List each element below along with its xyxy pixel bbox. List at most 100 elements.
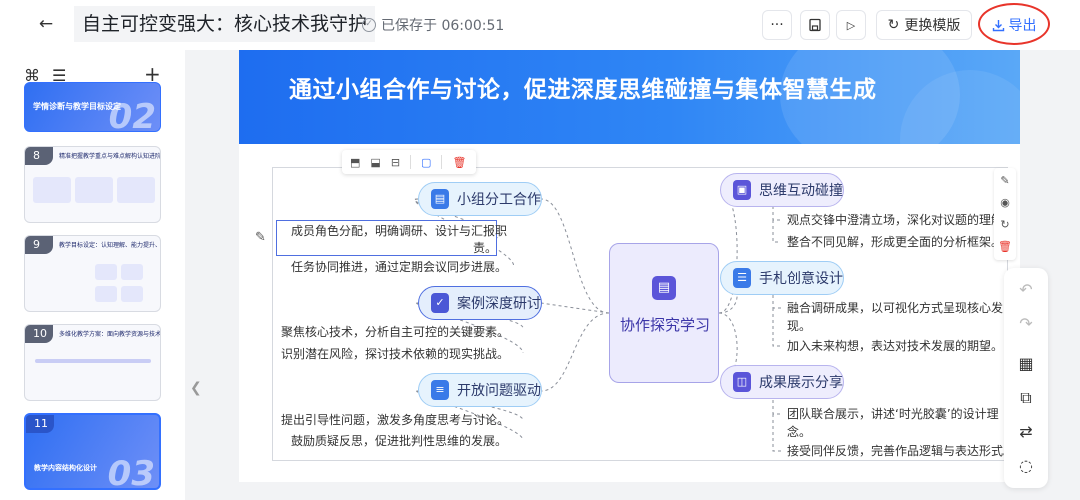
more-icon: ··· xyxy=(770,17,784,33)
branch-node[interactable]: ▣ 思维互动碰撞 xyxy=(720,173,844,207)
thumbnail-section-number: 02 xyxy=(108,97,156,132)
thumbnail-card xyxy=(117,177,155,203)
element-side-toolbar: ✎ ◉ ↻ 🗑 xyxy=(994,168,1016,260)
center-node-label: 协作探究学习 xyxy=(619,316,710,334)
leaf-text[interactable]: 加入未来构想，表达对技术发展的期望。 xyxy=(787,337,1003,355)
play-button[interactable]: ▷ xyxy=(836,10,866,40)
switch-icon[interactable]: ⇄ xyxy=(1004,422,1048,441)
leaf-text[interactable]: 融合调研成果，以可视化方式呈现核心发 xyxy=(787,299,1003,317)
save-button[interactable] xyxy=(800,10,830,40)
insert-above-icon[interactable]: ⬒ xyxy=(350,156,360,169)
thumbnail-card xyxy=(121,286,143,302)
insert-child-icon[interactable]: ⊟ xyxy=(391,156,400,169)
branch-node[interactable]: ≡ 开放问题驱动 xyxy=(418,373,542,407)
leaf-text[interactable]: 任务协同推进，通过定期会议同步进展。 xyxy=(291,258,507,276)
palette-icon[interactable]: ◉ xyxy=(994,196,1016,209)
leaf-text[interactable]: 聚焦核心技术，分析自主可控的关键要素。 xyxy=(281,323,509,341)
panel-collapse-handle[interactable]: ❮ xyxy=(190,380,202,406)
change-template-button[interactable]: ↻ 更换模版 xyxy=(876,10,972,40)
branch-label: 开放问题驱动 xyxy=(457,383,541,399)
save-status-text: 已保存于 06:00:51 xyxy=(381,18,505,34)
layout-grid-icon[interactable]: ▦ xyxy=(1004,354,1048,373)
edit-pen-icon[interactable]: ✎ xyxy=(255,230,266,245)
refresh-icon: ↻ xyxy=(887,17,900,33)
mindmap-icon[interactable]: ⧉ xyxy=(1004,388,1048,408)
mindmap-center-node[interactable]: ▤ 协作探究学习 xyxy=(609,243,719,383)
thumbnail-section-number: 03 xyxy=(107,454,155,490)
slide-thumbnail-10[interactable]: 10 多维化教学方案：面向教学资源与技术应用 xyxy=(24,324,161,401)
leaf-text[interactable]: 鼓励质疑反思，促进批判性思维的发展。 xyxy=(291,432,507,450)
leaf-text[interactable]: 成员角色分配，明确调研、设计与汇报职 xyxy=(291,222,507,240)
style-box-icon[interactable]: ▢ xyxy=(421,156,431,169)
document-title[interactable]: 自主可控变强大：核心技术我守护 xyxy=(74,6,376,42)
insert-below-icon[interactable]: ⬓ xyxy=(370,156,380,169)
more-button[interactable]: ··· xyxy=(762,10,792,40)
node-format-toolbar: ⬒ ⬓ ⊟ ▢ 🗑 xyxy=(342,150,476,174)
document-icon: ▤ xyxy=(652,276,676,300)
leaf-text[interactable]: 提出引导性问题，激发多角度思考与讨论。 xyxy=(281,411,509,429)
leaf-text[interactable]: 现。 xyxy=(787,317,811,335)
slide-thumbnail-panel: ⌘ ☰ + 学情诊断与教学目标设定 02 8 精准把握教学重点与难点解构认知进阶… xyxy=(0,50,185,500)
delete-icon[interactable]: 🗑 xyxy=(452,156,466,169)
branch-node[interactable]: ☰ 手札创意设计 xyxy=(720,261,844,295)
thumbnail-text: 精准把握教学重点与难点解构认知进阶 xyxy=(59,153,161,160)
slide-title[interactable]: 通过小组合作与讨论，促进深度思维碰撞与集体智慧生成 xyxy=(289,70,877,104)
branch-label: 小组分工合作 xyxy=(457,192,541,208)
thumbnail-card xyxy=(75,177,113,203)
slide-header-banner: 通过小组合作与讨论，促进深度思维碰撞与集体智慧生成 xyxy=(239,50,1020,144)
list-icon: ☰ xyxy=(733,268,751,288)
slide-canvas: 通过小组合作与讨论，促进深度思维碰撞与集体智慧生成 ▤ 协作探究学习 ▤ 小组分… xyxy=(239,50,1020,482)
id-card-icon: ▣ xyxy=(733,180,751,200)
database-icon: ≡ xyxy=(431,380,449,400)
thumbnail-card xyxy=(121,264,143,280)
thumbnail-number: 10 xyxy=(25,325,53,343)
branch-node[interactable]: ◫ 成果展示分享 xyxy=(720,365,844,399)
save-status: ✓ 已保存于 06:00:51 xyxy=(362,15,504,35)
document-icon: ▤ xyxy=(431,189,449,209)
top-bar: ← 自主可控变强大：核心技术我守护 ✓ 已保存于 06:00:51 ··· ▷ … xyxy=(0,0,1080,50)
slide-thumbnail-9[interactable]: 9 教学目标设定：认知理解、能力提升、情感态度与价值观 xyxy=(24,235,161,312)
checkbox-icon: ✓ xyxy=(431,293,449,313)
branch-label: 成果展示分享 xyxy=(759,375,843,391)
delete-icon[interactable]: 🗑 xyxy=(994,240,1016,253)
thumbnail-card xyxy=(95,286,117,302)
arrow-left-icon: ← xyxy=(38,14,54,34)
thumbnail-timeline xyxy=(35,359,151,363)
leaf-text[interactable]: 观点交锋中澄清立场，深化对议题的理解。 xyxy=(787,211,1015,229)
ai-icon[interactable]: ◌ xyxy=(1004,456,1048,475)
branch-label: 案例深度研讨 xyxy=(457,296,541,312)
branch-node[interactable]: ▤ 小组分工合作 xyxy=(418,182,542,216)
thumbnail-text: 多维化教学方案：面向教学资源与技术应用 xyxy=(59,331,161,338)
thumbnail-number: 11 xyxy=(26,415,54,433)
undo-icon[interactable]: ↶ xyxy=(1004,280,1048,299)
thumbnail-number: 8 xyxy=(25,147,53,165)
thumbnail-card xyxy=(33,177,71,203)
slide-thumbnail-7[interactable]: 学情诊断与教学目标设定 02 xyxy=(24,82,161,132)
refresh-icon[interactable]: ↻ xyxy=(994,218,1016,231)
play-icon: ▷ xyxy=(846,18,856,32)
leaf-text[interactable]: 识别潜在风险，探讨技术依赖的现实挑战。 xyxy=(281,345,509,363)
editor-tools-panel: ↶ ↷ ▦ ⧉ ⇄ ◌ xyxy=(1004,268,1048,488)
redo-icon[interactable]: ↷ xyxy=(1004,314,1048,333)
thumbnail-number: 9 xyxy=(25,236,53,254)
check-circle-icon: ✓ xyxy=(362,18,376,32)
mindmap[interactable]: ▤ 协作探究学习 ▤ 小组分工合作 成员角色分配，明确调研、设计与汇报职 责。 … xyxy=(272,167,1015,461)
leaf-text[interactable]: 责。 xyxy=(473,239,497,257)
change-template-label: 更换模版 xyxy=(904,18,961,34)
branch-node[interactable]: ✓ 案例深度研讨 xyxy=(418,286,542,320)
leaf-text[interactable]: 团队联合展示，讲述‘时光胶囊’的设计理 xyxy=(787,405,999,423)
branch-label: 手札创意设计 xyxy=(759,271,843,287)
slide-thumbnail-8[interactable]: 8 精准把握教学重点与难点解构认知进阶 xyxy=(24,146,161,223)
thumbnail-text: 教学目标设定：认知理解、能力提升、情感态度与价值观 xyxy=(59,242,161,249)
slide-thumbnail-11[interactable]: 11 教学内容结构化设计 03 xyxy=(24,413,161,490)
branch-label: 思维互动碰撞 xyxy=(759,183,843,199)
back-button[interactable]: ← xyxy=(31,9,61,39)
edit-icon[interactable]: ✎ xyxy=(994,174,1016,187)
export-highlight-ring xyxy=(978,3,1050,45)
box-icon: ◫ xyxy=(733,372,751,392)
leaf-text[interactable]: 接受同伴反馈，完善作品逻辑与表达形式。 xyxy=(787,442,1015,460)
leaf-text[interactable]: 念。 xyxy=(787,423,811,441)
thumbnail-text: 教学内容结构化设计 xyxy=(34,464,97,472)
save-icon xyxy=(809,18,821,32)
leaf-text[interactable]: 整合不同见解，形成更全面的分析框架。 xyxy=(787,233,1003,251)
